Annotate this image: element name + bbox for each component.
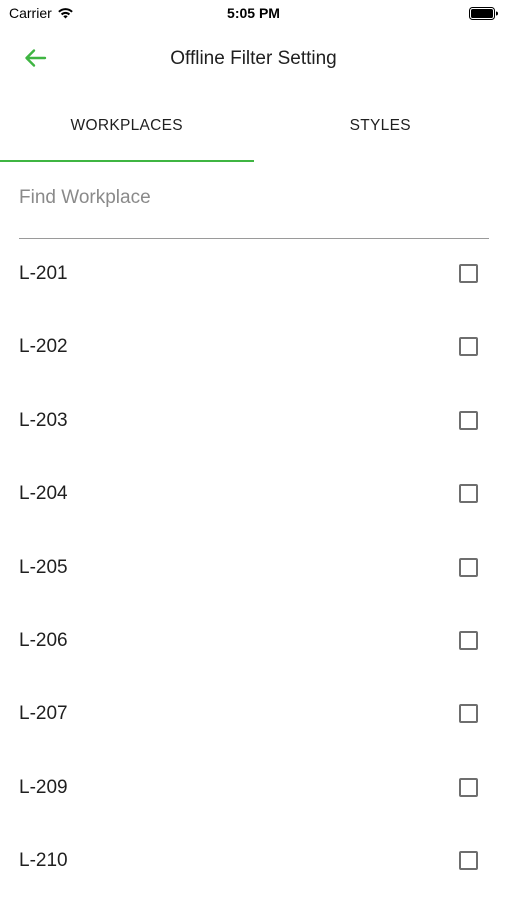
checkbox[interactable] <box>459 630 478 650</box>
status-time: 5:05 PM <box>227 5 280 21</box>
list-item[interactable]: L-206 <box>0 606 507 679</box>
list-item-label: L-204 <box>19 483 68 505</box>
page-title: Offline Filter Setting <box>170 48 337 69</box>
list-item[interactable]: L-201 <box>0 239 507 312</box>
tab-styles[interactable]: STYLES <box>254 100 507 162</box>
list-item-label: L-205 <box>19 556 68 578</box>
battery-icon <box>469 7 498 20</box>
list-item[interactable]: L-205 <box>0 533 507 606</box>
list-item[interactable]: L-204 <box>0 459 507 532</box>
list-item[interactable]: L-209 <box>0 753 507 826</box>
checkbox[interactable] <box>459 704 478 724</box>
checkbox[interactable] <box>459 777 478 797</box>
checkbox[interactable] <box>459 557 478 577</box>
list-item-label: L-203 <box>19 409 68 431</box>
list-item-label: L-202 <box>19 336 68 358</box>
list-item[interactable]: L-210 <box>0 826 507 899</box>
checkbox[interactable] <box>459 484 478 504</box>
checkbox[interactable] <box>459 264 478 283</box>
checkbox[interactable] <box>459 337 478 357</box>
find-workplace-input[interactable] <box>19 170 489 226</box>
checkbox[interactable] <box>459 410 478 430</box>
search-field <box>19 170 489 239</box>
tab-workplaces[interactable]: WORKPLACES <box>0 100 254 162</box>
checkbox[interactable] <box>459 851 478 871</box>
list-item-label: L-201 <box>19 263 68 284</box>
workplace-list: L-201 L-202 L-203 L-204 L-205 L-206 L-20… <box>0 239 507 900</box>
list-item-label: L-206 <box>19 629 68 651</box>
list-item[interactable]: L-202 <box>0 312 507 385</box>
header: Offline Filter Setting <box>0 36 507 84</box>
list-item-label: L-207 <box>19 703 68 725</box>
list-item-label: L-209 <box>19 776 68 798</box>
tab-bar: WORKPLACES STYLES <box>0 100 507 162</box>
list-item[interactable]: L-203 <box>0 386 507 459</box>
list-item[interactable]: L-207 <box>0 679 507 752</box>
list-item-label: L-210 <box>19 850 68 872</box>
status-bar: Carrier 5:05 PM <box>0 0 507 28</box>
